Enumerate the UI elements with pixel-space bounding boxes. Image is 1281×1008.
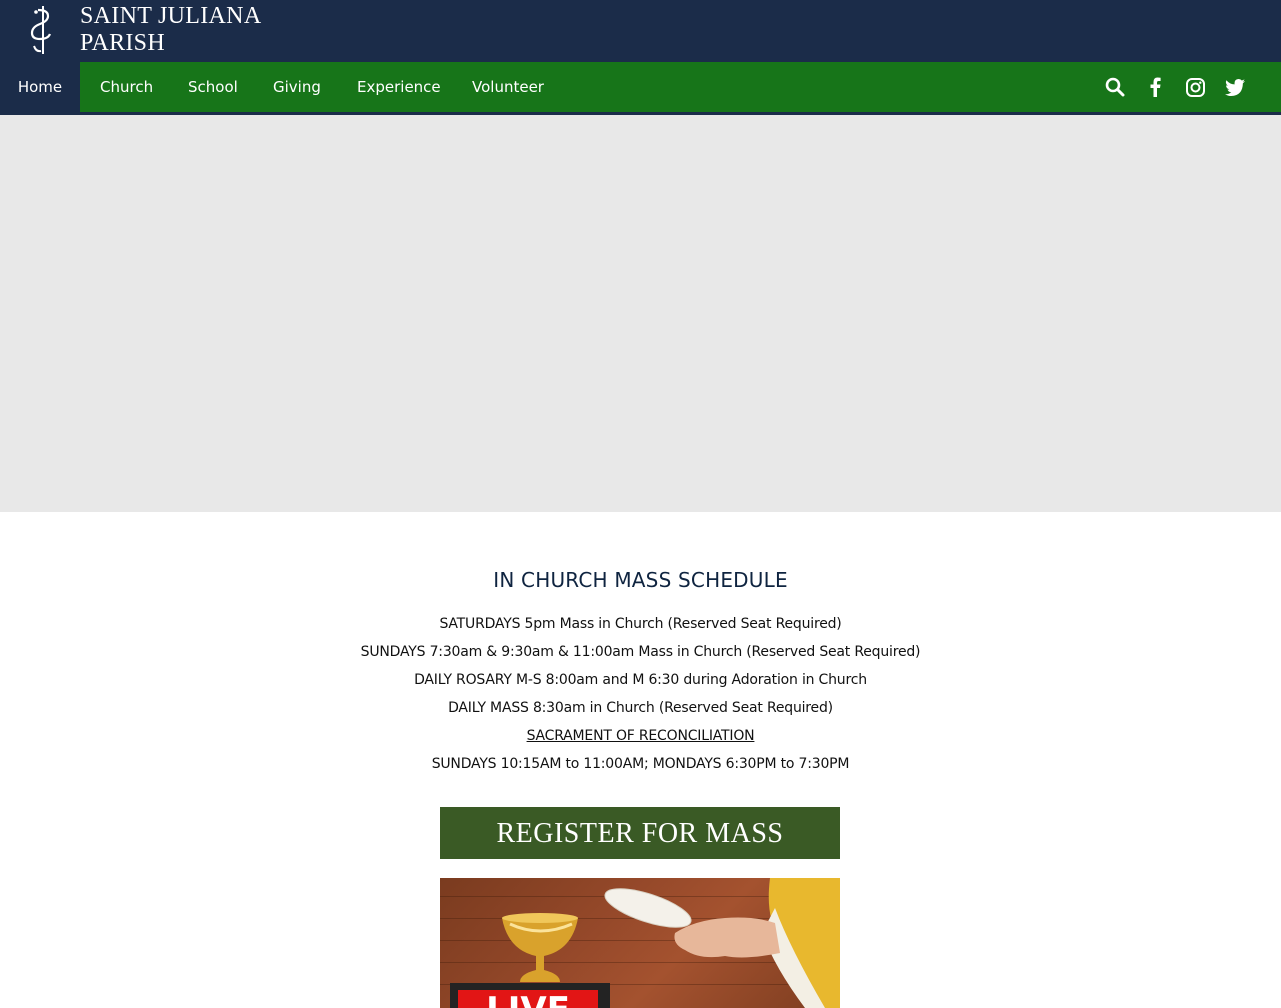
instagram-icon[interactable] (1175, 62, 1215, 112)
register-for-mass-button[interactable]: REGISTER FOR MASS (440, 807, 840, 859)
nav-item-volunteer[interactable]: Volunteer (472, 62, 544, 112)
hero-banner (0, 115, 1281, 512)
schedule-line: SATURDAYS 5pm Mass in Church (Reserved S… (439, 616, 842, 632)
nav-item-giving[interactable]: Giving (273, 62, 321, 112)
site-header: SAINT JULIANA PARISH (0, 0, 1281, 62)
nav-social-icons (1095, 62, 1255, 112)
schedule-line: SUNDAYS 10:15AM to 11:00AM; MONDAYS 6:30… (431, 756, 850, 772)
reconciliation-heading: SACRAMENT OF RECONCILIATION (0, 728, 1281, 744)
site-title-line2: PARISH (80, 30, 165, 56)
nav-item-experience[interactable]: Experience (357, 62, 441, 112)
live-badge: LIVE (458, 990, 598, 1008)
live-stream-image[interactable]: LIVE (440, 878, 840, 1008)
twitter-icon[interactable] (1215, 62, 1255, 112)
search-icon[interactable] (1095, 62, 1135, 112)
nav-item-home[interactable]: Home (0, 62, 80, 112)
js-monogram-icon[interactable] (26, 4, 58, 56)
site-title-line1: SAINT JULIANA (80, 3, 262, 29)
nav-item-school[interactable]: School (188, 62, 238, 112)
reconciliation-heading-text: SACRAMENT OF RECONCILIATION (526, 728, 755, 744)
nav-item-church[interactable]: Church (100, 62, 153, 112)
schedule-title: IN CHURCH MASS SCHEDULE (493, 568, 788, 592)
schedule-line: SUNDAYS 7:30am & 9:30am & 11:00am Mass i… (360, 644, 921, 660)
schedule-line: DAILY ROSARY M-S 8:00am and M 6:30 durin… (414, 672, 867, 688)
schedule-line: DAILY MASS 8:30am in Church (Reserved Se… (448, 700, 833, 716)
site-title[interactable]: SAINT JULIANA PARISH (80, 3, 261, 57)
facebook-icon[interactable] (1135, 62, 1175, 112)
